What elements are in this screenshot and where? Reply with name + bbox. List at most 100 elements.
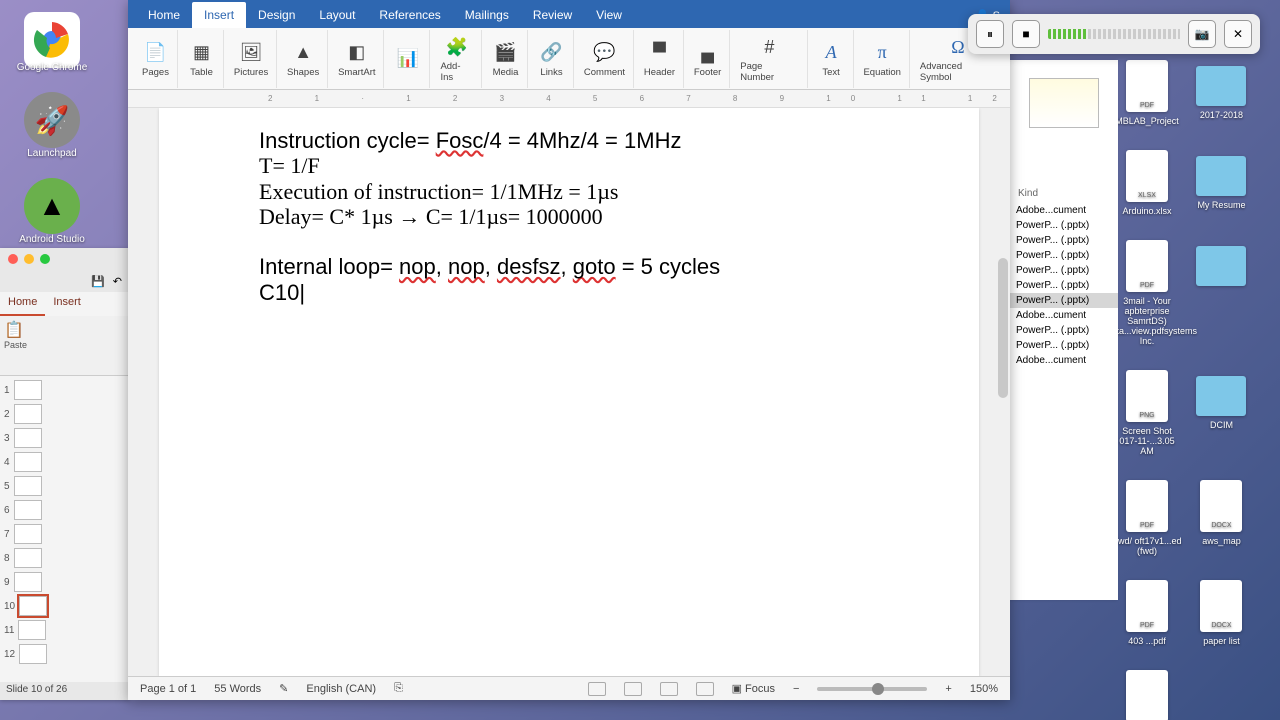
finder-row[interactable]: PowerP... (.pptx) [1010, 338, 1118, 353]
finder-kind-header[interactable]: Kind [1010, 128, 1118, 203]
desktop-file[interactable] [1186, 240, 1256, 290]
finder-row[interactable]: PowerP... (.pptx) [1010, 233, 1118, 248]
view-read-icon[interactable] [588, 682, 606, 696]
document-page[interactable]: Instruction cycle= Fosc/4 = 4Mhz/4 = 1MH… [159, 108, 979, 676]
zoom-icon[interactable] [40, 254, 50, 264]
status-page[interactable]: Page 1 of 1 [140, 683, 196, 695]
chrome-label: Google Chrome [2, 62, 102, 73]
ribbon-links[interactable]: 🔗Links [530, 30, 574, 88]
tab-insert[interactable]: Insert [45, 292, 89, 316]
desktop-file[interactable]: trailXOService_Release.ppk [1112, 670, 1182, 720]
stop-button[interactable]: ■ [1012, 20, 1040, 48]
ribbon-equation[interactable]: πEquation [856, 30, 910, 88]
ribbon-chart[interactable]: 📊 [386, 30, 430, 88]
zoom-in-button[interactable]: + [945, 683, 951, 695]
desktop-file[interactable]: DCIM [1186, 370, 1256, 430]
finder-row[interactable]: PowerP... (.pptx) [1010, 263, 1118, 278]
zoom-slider[interactable] [817, 687, 927, 691]
zoom-level[interactable]: 150% [970, 683, 998, 695]
tab-view[interactable]: View [584, 2, 634, 28]
screen-recorder[interactable]: ⏸ ■ 📷 ✕ [968, 14, 1260, 54]
close-button[interactable]: ✕ [1224, 20, 1252, 48]
ppt-slide-current: 10 [2, 594, 128, 618]
tab-references[interactable]: References [367, 2, 452, 28]
finder-row[interactable]: PowerP... (.pptx) [1010, 278, 1118, 293]
ribbon-media[interactable]: 🎬Media [484, 30, 528, 88]
desktop-file[interactable]: DOCXpaper list [1186, 580, 1256, 646]
camera-button[interactable]: 📷 [1188, 20, 1216, 48]
focus-button[interactable]: ▣ Focus [732, 682, 775, 695]
equation-icon: π [869, 40, 895, 66]
view-web-icon[interactable] [696, 682, 714, 696]
ppt-ribbon: 📋 Paste [0, 316, 130, 376]
desktop-file[interactable]: PNGScreen Shot 017-11-...3.05 AM [1112, 370, 1182, 456]
ribbon-shapes[interactable]: ▲Shapes [279, 30, 328, 88]
save-icon[interactable]: 💾 [91, 275, 105, 288]
shapes-icon: ▲ [290, 40, 316, 66]
smartart-icon: ◧ [344, 40, 370, 66]
ppt-titlebar[interactable] [0, 248, 130, 270]
tab-mailings[interactable]: Mailings [453, 2, 521, 28]
close-icon[interactable] [8, 254, 18, 264]
pagenum-icon: # [756, 34, 782, 60]
finder-row[interactable]: PowerP... (.pptx) [1010, 293, 1118, 308]
finder-row[interactable]: Adobe...cument [1010, 353, 1118, 368]
chrome-icon[interactable] [24, 12, 80, 68]
tab-design[interactable]: Design [246, 2, 307, 28]
chart-icon: 📊 [395, 45, 421, 71]
finder-row[interactable]: Adobe...cument [1010, 308, 1118, 323]
desktop-file[interactable]: My Resume [1186, 150, 1256, 210]
launchpad-label: Launchpad [2, 148, 102, 159]
word-body: Instruction cycle= Fosc/4 = 4Mhz/4 = 1MH… [128, 108, 1010, 676]
ribbon-page-number[interactable]: #Page Number [732, 30, 807, 88]
finder-row[interactable]: PowerP... (.pptx) [1010, 218, 1118, 233]
launchpad-icon[interactable]: 🚀 [24, 92, 80, 148]
macro-icon[interactable]: ⎘ [394, 682, 403, 695]
status-language[interactable]: English (CAN) [306, 683, 376, 695]
desktop-file[interactable]: PDF3mail - Your apbterprise SamrtDS) sta… [1112, 240, 1182, 346]
undo-icon[interactable]: ↶ [113, 275, 122, 288]
ribbon-text[interactable]: AText [810, 30, 854, 88]
text-cursor [299, 280, 305, 305]
ribbon-pages[interactable]: 📄Pages [134, 30, 178, 88]
ppt-slide-panel[interactable]: 1 2 3 4 5 6 7 8 9 10 11 12 [0, 376, 130, 676]
androidstudio-icon[interactable]: ▲ [24, 178, 80, 234]
ribbon-comment[interactable]: 💬Comment [576, 30, 634, 88]
ribbon-table[interactable]: ▦Table [180, 30, 224, 88]
desktop-file[interactable]: 2017-2018 [1186, 60, 1256, 120]
finder-preview-thumb [1029, 78, 1099, 128]
tab-home[interactable]: Home [136, 2, 192, 28]
desktop-file[interactable]: PDF403 ...pdf [1112, 580, 1182, 646]
desktop-file[interactable]: PDFFwd/ oft17v1...ed (fwd) [1112, 480, 1182, 556]
doc-line: Instruction cycle= Fosc/4 = 4Mhz/4 = 1MH… [259, 128, 879, 153]
finder-row[interactable]: PowerP... (.pptx) [1010, 248, 1118, 263]
tab-insert[interactable]: Insert [192, 2, 246, 28]
desktop-file[interactable]: PDFMBLAB_Project [1112, 60, 1182, 126]
desktop-file[interactable]: DOCXaws_map [1186, 480, 1256, 546]
finder-kind-list: Adobe...cument PowerP... (.pptx) PowerP.… [1010, 203, 1118, 368]
ribbon-header[interactable]: ▀Header [636, 30, 684, 88]
status-words[interactable]: 55 Words [214, 683, 261, 695]
zoom-out-button[interactable]: − [793, 683, 799, 695]
ribbon-footer[interactable]: ▄Footer [686, 30, 730, 88]
finder-row[interactable]: PowerP... (.pptx) [1010, 323, 1118, 338]
ruler[interactable]: 2 1 · 1 2 3 4 5 6 7 8 9 10 11 12 13 14 1… [128, 90, 1010, 108]
powerpoint-window: 💾 ↶ Home Insert 📋 Paste 1 2 3 4 5 6 7 8 9… [0, 248, 130, 700]
minimize-icon[interactable] [24, 254, 34, 264]
pages-icon: 📄 [143, 40, 169, 66]
view-print-icon[interactable] [624, 682, 642, 696]
ribbon-pictures[interactable]: 🖼Pictures [226, 30, 277, 88]
view-outline-icon[interactable] [660, 682, 678, 696]
ribbon-addins[interactable]: 🧩Add-Ins [432, 30, 482, 88]
finder-row[interactable]: Adobe...cument [1010, 203, 1118, 218]
ribbon-smartart[interactable]: ◧SmartArt [330, 30, 384, 88]
vertical-scrollbar[interactable] [996, 108, 1010, 676]
tab-home[interactable]: Home [0, 292, 45, 316]
word-tabs: Home Insert Design Layout References Mai… [128, 0, 1010, 28]
desktop-file[interactable]: XLSXArduino.xlsx [1112, 150, 1182, 216]
tab-review[interactable]: Review [521, 2, 584, 28]
pause-button[interactable]: ⏸ [976, 20, 1004, 48]
spellcheck-icon[interactable]: ✎ [279, 682, 288, 695]
tab-layout[interactable]: Layout [307, 2, 367, 28]
audio-meter [1048, 29, 1180, 39]
